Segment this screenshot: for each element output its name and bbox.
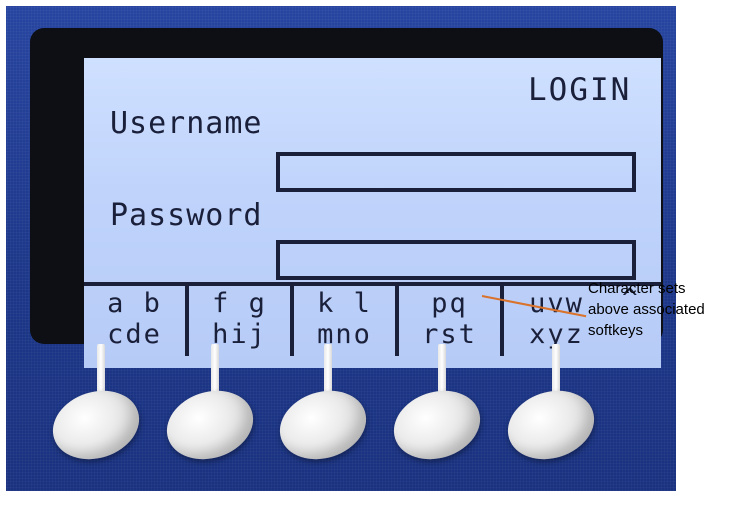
softkey-label-line2: hij: [212, 319, 267, 350]
softkey-label-line2: rst: [422, 319, 477, 350]
password-field[interactable]: [276, 240, 636, 280]
softkey-label-fghij: f g hij: [189, 286, 294, 356]
lcd-screen: LOGIN Username Password a b cde f g hij …: [84, 58, 661, 368]
annotation-text: above associated: [588, 301, 705, 318]
annotation-callout: Character sets above associated softkeys: [588, 278, 737, 341]
softkey-label-line1: f g: [212, 288, 267, 319]
softkey-label-line1: a b: [107, 288, 162, 319]
annotation-text: softkeys: [588, 322, 644, 339]
softkey-label-klmno: k l mno: [294, 286, 399, 356]
softkey-label-line1: k l: [317, 288, 372, 319]
annotation-text: Character sets: [588, 280, 686, 297]
password-label: Password: [110, 198, 263, 233]
display-bezel: LOGIN Username Password a b cde f g hij …: [30, 28, 663, 368]
screen-title: LOGIN: [528, 72, 632, 108]
softkey-labels: a b cde f g hij k l mno pq rst uvw xyz: [84, 286, 661, 356]
softkey-label-line1: pq: [431, 288, 468, 319]
username-label: Username: [110, 106, 263, 141]
softkey-label-line2: mno: [317, 319, 372, 350]
username-field[interactable]: [276, 152, 636, 192]
